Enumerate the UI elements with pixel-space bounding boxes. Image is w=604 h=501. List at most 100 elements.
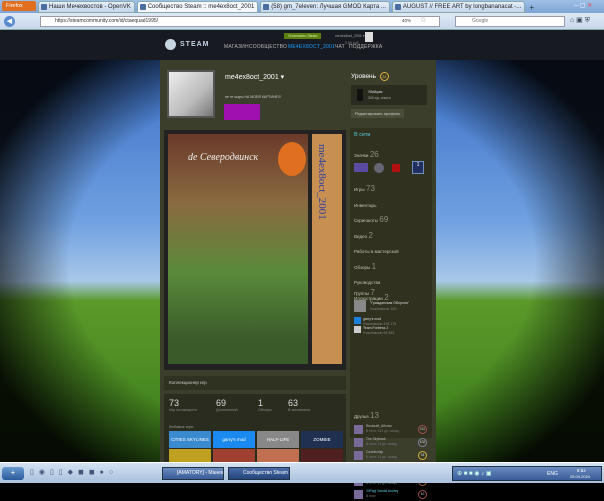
- count-link[interactable]: Игры 73: [354, 184, 375, 193]
- group-name[interactable]: garry's mod: [363, 317, 381, 321]
- account-menu[interactable]: me4ex8oct_2001 ▾: [335, 34, 365, 38]
- collector-stat[interactable]: 63 В желаемом: [288, 398, 310, 412]
- favorite-game-tile[interactable]: CITIES SKYLINES: [169, 431, 211, 448]
- group-avatar[interactable]: [354, 326, 361, 333]
- group-name[interactable]: "Гражданская Оборона": [370, 301, 409, 305]
- steam-header: STEAM МАГАЗИН СООБЩЕСТВО ME4EX8OCT_2001 …: [0, 30, 604, 60]
- tab-art[interactable]: AUGUST // FREE ART by longbananacat -...: [391, 1, 526, 13]
- collector-header: Коллекционер игр: [164, 376, 346, 390]
- friend-level-badge: 102: [418, 438, 427, 447]
- quick-launch-icons[interactable]: ▯◉▯▯◆◼◼●○: [30, 468, 118, 476]
- tab-strip: Наши Мечехвостов - OpenVK Сообщество Ste…: [38, 1, 536, 13]
- start-button[interactable]: +: [2, 467, 24, 480]
- favicon-icon: [41, 4, 47, 10]
- badges-link[interactable]: Значки 26: [354, 150, 379, 159]
- friend-item[interactable]: Cookiecrisp В сети: 14 дн. назад 34: [354, 450, 430, 462]
- navigation-toolbar: ◀ https://steamcommunity.com/id/ctaequad…: [0, 13, 604, 30]
- back-button[interactable]: ◀: [4, 16, 15, 27]
- bookmark-star-icon[interactable]: ☆: [420, 16, 426, 24]
- game-collector-showcase: 73 Игр на аккаунте 69 Дополнений 1 Обзоры 63 В …: [164, 394, 346, 466]
- friend-avatar: [354, 438, 363, 447]
- count-link[interactable]: Обзоры 1: [354, 262, 376, 271]
- clock-time[interactable]: 8:52: [577, 468, 586, 473]
- language-indicator[interactable]: ENG: [547, 471, 558, 477]
- new-tab-button[interactable]: +: [527, 2, 536, 13]
- artwork-image-right: me4ex8oct_2001: [312, 134, 342, 364]
- friend-level-badge: 10: [418, 490, 427, 499]
- group-members: Участников: 330: [370, 307, 397, 311]
- level-badge: 31: [380, 72, 389, 81]
- friend-level-badge: 111: [418, 425, 427, 434]
- badge-icon[interactable]: 1: [412, 161, 424, 174]
- favorite-game-tile[interactable]: garry's mod: [213, 431, 255, 448]
- avatar[interactable]: [365, 32, 373, 42]
- favicon-icon: [263, 4, 270, 10]
- collector-stat[interactable]: 69 Дополнений: [216, 398, 238, 412]
- friend-item[interactable]: The Skyblock В сети: 14 дн. назад 102: [354, 437, 430, 449]
- collector-stat[interactable]: 73 Игр на аккаунте: [169, 398, 197, 412]
- friend-avatar: [354, 490, 363, 499]
- system-tray: ⊕ ■ ■ ◉ ♪ ▣ ENG 8:52 25.04.2024: [452, 466, 602, 481]
- favorite-game-tile[interactable]: HALF-LIFE: [257, 431, 299, 448]
- group-name[interactable]: Team Fortress 2: [363, 326, 388, 330]
- nav-community[interactable]: СООБЩЕСТВО: [249, 44, 287, 50]
- level-label: Уровень: [351, 73, 377, 80]
- friend-item[interactable]: Rustcraft_Alfonso В сети: 163 дн. назад …: [354, 424, 430, 436]
- nav-profile[interactable]: ME4EX8OCT_2001: [288, 44, 335, 50]
- count-link[interactable]: Скриншоты 69: [354, 215, 388, 224]
- firefox-menu-button[interactable]: Firefox: [2, 1, 36, 11]
- zoom-level[interactable]: 40%: [402, 18, 411, 23]
- group-avatar[interactable]: [354, 300, 366, 312]
- badge-title: Убийцам: [368, 90, 383, 94]
- favicon-icon: [394, 4, 401, 10]
- group-avatar[interactable]: [354, 317, 361, 324]
- nav-chat[interactable]: ЧАТ: [335, 44, 345, 50]
- install-steam-button[interactable]: Установить Steam: [284, 33, 322, 39]
- profile-summary: не те шары НА МОЕЙ КАРТИНЕ!!!: [225, 95, 281, 99]
- half-life-logo: [278, 142, 306, 176]
- artwork-image-left: de Северодвинск: [168, 134, 308, 364]
- group-members: Участников: 63 453: [363, 331, 395, 335]
- url-bar[interactable]: https://steamcommunity.com/id/ctaequad19…: [40, 16, 440, 27]
- edit-profile-button[interactable]: Редактировать профиль: [351, 109, 405, 118]
- toolbar-icons[interactable]: ⌂ ▣ ⛨: [570, 16, 590, 25]
- taskbar-window-amatory[interactable]: [AMATORY] - Манекерин: [162, 467, 224, 480]
- groups-link[interactable]: Группы 7: [354, 288, 375, 297]
- steam-logo-icon: [165, 39, 176, 50]
- artwork-showcase[interactable]: de Северодвинск me4ex8oct_2001: [164, 130, 346, 370]
- tab-youtube[interactable]: (58) gm_7eleven: Лучшая GMOD Карта ...: [260, 1, 390, 13]
- badge-icon[interactable]: [374, 163, 384, 173]
- tab-openvk[interactable]: Наши Мечехвостов - OpenVK: [38, 1, 135, 13]
- badge-xp: 300 ед. опыта: [368, 96, 391, 100]
- search-input[interactable]: Google: [455, 16, 565, 27]
- collector-stat[interactable]: 1 Обзоры: [258, 398, 272, 412]
- count-link[interactable]: Работы в мастерской: [354, 246, 399, 255]
- window-controls[interactable]: ─ ▢ ✕: [574, 2, 604, 11]
- summary-image: [224, 104, 260, 120]
- count-link[interactable]: Руководства: [354, 277, 380, 286]
- steam-logo-text[interactable]: STEAM: [180, 41, 210, 48]
- tab-steam[interactable]: Сообщество Steam :: me4ex8oct_2001: [136, 1, 259, 13]
- friend-avatar: [354, 451, 363, 460]
- online-status: В сети: [354, 132, 371, 138]
- profile-avatar: [167, 70, 215, 118]
- favorite-games-label: Любимые игры: [169, 425, 194, 429]
- count-link[interactable]: Видео 2: [354, 231, 373, 240]
- profile-name[interactable]: me4ex8oct_2001 ▾: [225, 73, 284, 81]
- tray-icons[interactable]: ⊕ ■ ■ ◉ ♪ ▣: [457, 470, 492, 477]
- badge-icon[interactable]: [392, 164, 400, 172]
- profile-page: me4ex8oct_2001 ▾ не те шары НА МОЕЙ КАРТ…: [160, 60, 436, 499]
- friends-link[interactable]: Друзья 13: [354, 411, 379, 420]
- clock-date[interactable]: 25.04.2024: [570, 474, 590, 479]
- friend-level-badge: 34: [418, 451, 427, 460]
- friend-item[interactable]: VilPapj Vandal Andrey В игре 10: [354, 489, 430, 501]
- featured-badge[interactable]: Убийцам 300 ед. опыта: [351, 85, 427, 105]
- favorite-game-tile[interactable]: ZOMBIE: [301, 431, 343, 448]
- badge-icon[interactable]: [354, 163, 368, 172]
- nav-store[interactable]: МАГАЗИН: [224, 44, 249, 50]
- taskbar-window-steam[interactable]: Сообщество Steam - ...: [228, 467, 290, 480]
- count-link[interactable]: Инвентарь: [354, 200, 376, 209]
- artwork-title-text: de Северодвинск: [188, 152, 259, 163]
- profile-sidebar: В сети Значки 26 1 Игры 73 Инвентарь Скри…: [350, 128, 432, 499]
- badge-icon: [357, 89, 363, 101]
